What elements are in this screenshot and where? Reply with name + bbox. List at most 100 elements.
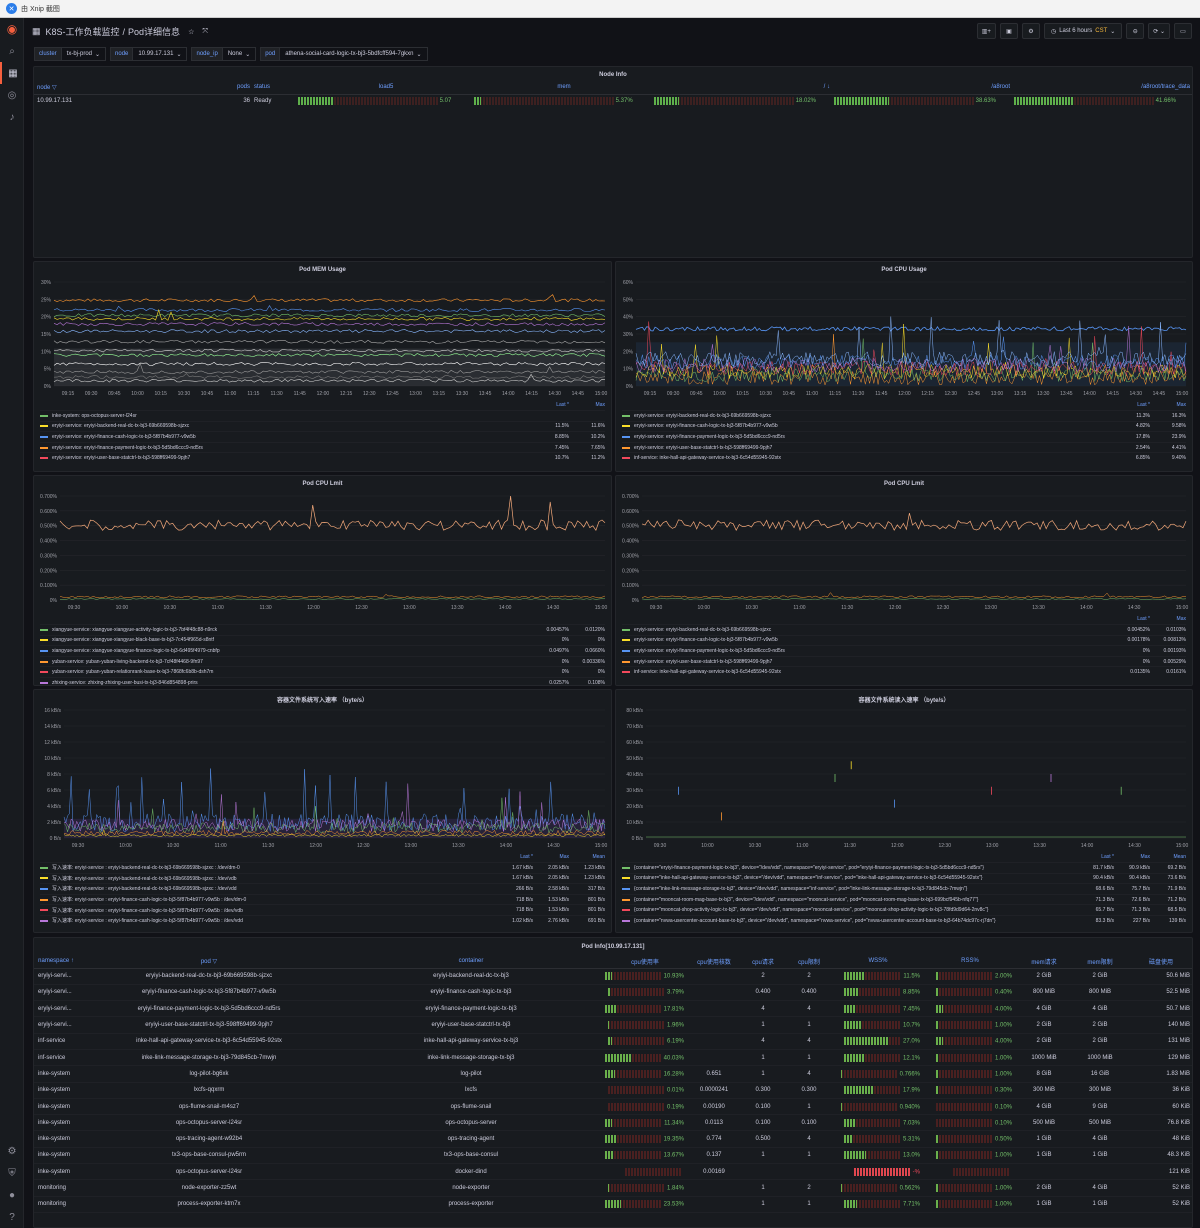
legend-item[interactable]: inf-service: inke-hall-api-gateway-servi… [622, 452, 1186, 463]
legend-item[interactable]: 写入速率: eryiyi-service : eryiyi-finance-ca… [40, 904, 605, 915]
legend-item[interactable]: {container="mooncat-shop-activity-logic-… [622, 904, 1186, 915]
column-header[interactable]: 磁盘使用 [1128, 955, 1192, 969]
filter-icon[interactable]: ▽ [52, 85, 57, 91]
legend-item[interactable]: 写入速率: eryiyi-service : eryiyi-backend-re… [40, 862, 605, 873]
time-range-picker[interactable]: ◷ Last 6 hours CST ⌄ [1043, 23, 1123, 39]
zoom-out-button[interactable]: ⊖ [1126, 23, 1145, 39]
dashboards-icon[interactable]: ▦ [0, 62, 24, 84]
legend-item[interactable]: eryiyi-service: eryiyi-backend-real-dc-t… [622, 410, 1186, 421]
col-root[interactable]: / ↓ [654, 81, 834, 95]
legend-col-header[interactable]: Max [533, 854, 569, 862]
legend-item[interactable]: {container="inke-hall-api-gateway-servic… [622, 872, 1186, 884]
col-load5[interactable]: load5 [298, 81, 474, 95]
legend-item[interactable]: eryiyi-service: eryiyi-finance-cash-logi… [622, 420, 1186, 432]
legend-item[interactable]: eryiyi-service: eryiyi-backend-real-dc-t… [40, 420, 605, 432]
legend-col-header[interactable]: Last * [1078, 854, 1114, 862]
legend-col-header[interactable]: Last * [497, 854, 533, 862]
legend-item[interactable]: zhixing-service: zhixing-zhixing-user-bu… [40, 676, 605, 685]
variable-node_ip[interactable]: node_ip None ⌄ [191, 47, 257, 61]
col-pods[interactable]: pods [184, 81, 250, 95]
namespace-cell: inf-service [34, 1033, 78, 1050]
variable-select[interactable]: None ⌄ [222, 47, 257, 61]
y-tick-label: 16 kB/s [44, 708, 61, 714]
legend-item[interactable]: yuban-service: yuban-yuban-relationrank-… [40, 666, 605, 677]
variable-node[interactable]: node 10.99.17.131 ⌄ [110, 47, 188, 61]
column-header[interactable]: pod ▽ [78, 955, 340, 969]
legend-item[interactable]: 写入速率: eryiyi-service : eryiyi-finance-ca… [40, 893, 605, 905]
column-header[interactable]: mem请求 [1016, 955, 1072, 969]
column-header[interactable]: RSS% [924, 955, 1016, 969]
legend-col-header[interactable]: Max [1150, 616, 1186, 624]
legend-item[interactable]: 写入速率: eryiyi-service : eryiyi-backend-re… [40, 872, 605, 884]
legend-item[interactable]: inf-service: inke-hall-api-gateway-servi… [622, 666, 1186, 677]
column-header[interactable]: cpu限制 [786, 955, 832, 969]
variable-select[interactable]: tx-bj-prod ⌄ [61, 47, 107, 61]
column-header[interactable]: cpu使用核数 [688, 955, 740, 969]
legend-item[interactable]: eryiyi-service: eryiyi-user-base-statctr… [622, 441, 1186, 453]
col-a8root[interactable]: /a8root [834, 81, 1014, 95]
variable-pod[interactable]: pod athena-social-card-logic-tx-bj3-5bdfc… [260, 47, 428, 61]
col-trace[interactable]: /a8root/trace_data [1014, 81, 1192, 95]
chevron-down-icon: ⌄ [176, 51, 182, 58]
column-header[interactable]: namespace ↑ [34, 955, 78, 969]
legend-item[interactable]: 写入速率: eryiyi-service : eryiyi-backend-re… [40, 883, 605, 894]
legend-col-header[interactable]: Mean [569, 854, 605, 862]
legend-item[interactable]: 写入速率: eryiyi-service : eryiyi-finance-ca… [40, 914, 605, 926]
legend-item[interactable]: eryiyi-service: eryiyi-finance-payment-l… [622, 431, 1186, 442]
col-status[interactable]: status [250, 81, 298, 95]
disk-usage-cell: 48.3 KiB [1128, 1147, 1192, 1165]
column-header[interactable]: cpu使用率 [602, 955, 688, 969]
legend-item[interactable]: {container="inke-link-message-storage-tx… [622, 883, 1186, 894]
help-icon[interactable]: ? [0, 1206, 24, 1228]
legend-col-header[interactable]: Mean [1150, 854, 1186, 862]
legend-item[interactable]: yuban-service: yuban-yuban-living-backen… [40, 655, 605, 667]
legend-col-header[interactable]: Last * [533, 402, 569, 410]
legend-item[interactable]: eryiyi-service: eryiyi-user-base-statctr… [40, 452, 605, 463]
legend-item[interactable]: eryiyi-service: eryiyi-user-base-statctr… [622, 655, 1186, 667]
alerting-bell-icon[interactable]: ♪ [0, 106, 24, 128]
legend-item[interactable]: {container="eryiyi-finance-payment-logic… [622, 862, 1186, 873]
legend-item[interactable]: {container="nvwa-usercenter-account-base… [622, 914, 1186, 926]
shield-icon[interactable]: ⛨ [0, 1162, 24, 1184]
share-icon[interactable]: ⤧ [202, 28, 208, 36]
legend-col-header[interactable]: Last * [1114, 616, 1150, 624]
legend-item[interactable]: xiangyue-service: xiangyue-xiangyue-acti… [40, 624, 605, 635]
legend-item[interactable]: {container="mooncat-room-mag-base-tx-bj3… [622, 893, 1186, 905]
legend-item[interactable]: xiangyue-service: xiangyue-xiangyue-blac… [40, 634, 605, 646]
legend-item[interactable]: xiangyue-service: xiangyue-xiangyue-fina… [40, 645, 605, 656]
col-node[interactable]: node ▽ [34, 81, 184, 95]
dashboard-settings-button[interactable]: ⚙ [1021, 23, 1040, 39]
grafana-logo-icon[interactable]: ◉ [0, 18, 24, 40]
breadcrumb[interactable]: K8S-工作负载监控 [46, 25, 120, 38]
refresh-button[interactable]: ⟳ ⌄ [1148, 23, 1170, 39]
wss-bar [843, 1021, 900, 1030]
save-dashboard-button[interactable]: ▣ [999, 23, 1018, 39]
wss-value: 12.1% [902, 1055, 920, 1062]
col-mem[interactable]: mem [474, 81, 654, 95]
legend-col-header[interactable]: Last * [1114, 402, 1150, 410]
tv-mode-button[interactable]: ▭ [1174, 23, 1192, 39]
variable-select[interactable]: 10.99.17.131 ⌄ [133, 47, 188, 61]
variable-cluster[interactable]: cluster tx-bj-prod ⌄ [34, 47, 107, 61]
legend-item[interactable]: eryiyi-service: eryiyi-finance-payment-l… [40, 441, 605, 453]
star-icon[interactable]: ☆ [188, 28, 194, 36]
avatar[interactable]: ● [0, 1184, 24, 1206]
legend-item[interactable]: eryiyi-service: eryiyi-backend-real-dc-t… [622, 624, 1186, 635]
legend-col-header[interactable]: Max [569, 402, 605, 410]
add-panel-button[interactable]: ▥+ [976, 23, 996, 39]
variable-select[interactable]: athena-social-card-logic-tx-bj3-5bdfcff5… [280, 47, 428, 61]
search-icon[interactable]: ⌕ [0, 40, 24, 62]
explore-icon[interactable]: ◎ [0, 84, 24, 106]
legend-item[interactable]: eryiyi-service: eryiyi-finance-cash-logi… [622, 634, 1186, 646]
legend-col-header[interactable]: Max [1150, 402, 1186, 410]
legend-item[interactable]: inke-system: ops-octopus-server-l24sr [40, 410, 605, 421]
legend-item[interactable]: eryiyi-service: eryiyi-finance-payment-l… [622, 645, 1186, 656]
legend-item[interactable]: eryiyi-service: eryiyi-finance-cash-logi… [40, 431, 605, 442]
mem-request-cell: 1 GiB [1016, 1147, 1072, 1165]
column-header[interactable]: container [340, 955, 602, 969]
legend-col-header[interactable]: Max [1114, 854, 1150, 862]
column-header[interactable]: cpu请求 [740, 955, 786, 969]
column-header[interactable]: mem限制 [1072, 955, 1128, 969]
gear-icon[interactable]: ⚙ [0, 1140, 24, 1162]
column-header[interactable]: WSS% [832, 955, 924, 969]
